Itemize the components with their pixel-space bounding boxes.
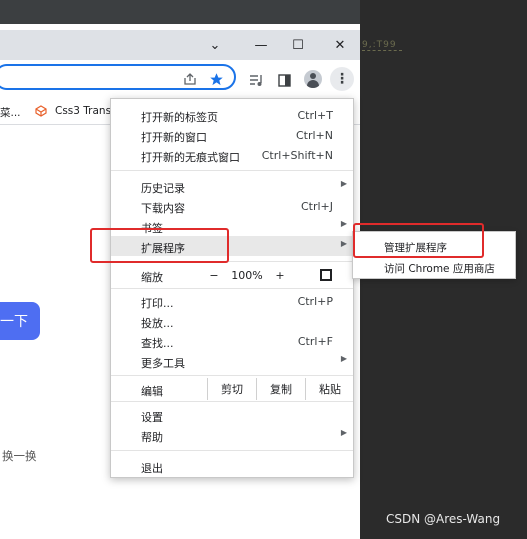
- menu-item-new-window[interactable]: 打开新的窗口 Ctrl+N: [111, 125, 353, 145]
- menu-item-shortcut: Ctrl+N: [295, 129, 333, 142]
- fullscreen-icon[interactable]: [315, 264, 337, 286]
- zoom-in-button[interactable]: +: [271, 264, 289, 286]
- menu-item-label: 历史记录: [141, 182, 185, 195]
- chrome-menu-kebab-icon[interactable]: ⋮: [330, 67, 354, 91]
- menu-divider: [111, 170, 353, 171]
- profile-avatar-icon[interactable]: [304, 70, 322, 88]
- editor-text-fragment: 9,:T99: [362, 40, 402, 51]
- annotation-box-extensions: [90, 228, 229, 263]
- menu-item-help[interactable]: 帮助 ▶: [111, 425, 353, 445]
- chrome-main-menu: 打开新的标签页 Ctrl+T 打开新的窗口 Ctrl+N 打开新的无痕式窗口 C…: [110, 98, 354, 478]
- menu-item-exit[interactable]: 退出: [111, 456, 353, 476]
- menu-item-label: 查找...: [141, 337, 174, 350]
- search-button[interactable]: 一下: [0, 302, 40, 340]
- menu-item-label: 设置: [141, 411, 163, 424]
- zoom-label: 缩放: [141, 271, 163, 284]
- menu-item-label: 更多工具: [141, 357, 185, 370]
- menu-item-label: 退出: [141, 462, 163, 475]
- refresh-link[interactable]: 换一换: [2, 448, 37, 464]
- menu-item-shortcut: Ctrl+Shift+N: [261, 149, 333, 162]
- csdn-watermark: CSDN @Ares-Wang: [386, 512, 501, 526]
- menu-item-label: 帮助: [141, 431, 163, 444]
- menu-row-zoom: 缩放 − 100% +: [111, 264, 353, 286]
- menu-divider: [111, 288, 353, 289]
- menu-divider: [111, 375, 353, 376]
- css3-bookmark-icon: [34, 104, 47, 117]
- maximize-button[interactable]: ☐: [287, 35, 309, 55]
- paste-button[interactable]: 粘贴: [305, 378, 354, 400]
- copy-button[interactable]: 复制: [256, 378, 305, 400]
- menu-item-more-tools[interactable]: 更多工具 ▶: [111, 351, 353, 371]
- menu-item-label: 投放...: [141, 317, 174, 330]
- bookmark-item-css3[interactable]: Css3 Trans: [55, 105, 111, 117]
- submenu-item-chrome-web-store[interactable]: 访问 Chrome 应用商店: [353, 257, 515, 277]
- annotation-box-manage-extensions: [353, 223, 484, 258]
- menu-item-label: 打开新的无痕式窗口: [141, 151, 240, 164]
- menu-item-shortcut: Ctrl+J: [300, 200, 333, 213]
- tab-search-chevron-icon[interactable]: ⌄: [204, 35, 226, 55]
- menu-divider: [111, 401, 353, 402]
- submenu-item-label: 访问 Chrome 应用商店: [384, 263, 495, 275]
- menu-divider: [111, 450, 353, 451]
- menu-item-shortcut: Ctrl+F: [297, 335, 333, 348]
- submenu-arrow-icon: ▶: [340, 239, 347, 248]
- side-panel-icon[interactable]: [275, 71, 293, 89]
- menu-item-shortcut: Ctrl+P: [297, 295, 333, 308]
- bookmark-star-icon[interactable]: [208, 71, 224, 87]
- submenu-arrow-icon: ▶: [340, 354, 347, 363]
- browser-title-bar: ⌄ — ☐ ✕: [0, 30, 360, 60]
- address-bar[interactable]: [0, 64, 236, 90]
- media-control-icon[interactable]: [247, 71, 265, 89]
- menu-item-history[interactable]: 历史记录 ▶: [111, 176, 353, 196]
- menu-item-find[interactable]: 查找... Ctrl+F: [111, 331, 353, 351]
- cut-button[interactable]: 剪切: [207, 378, 256, 400]
- menu-item-label: 打开新的窗口: [141, 131, 207, 144]
- bookmark-item[interactable]: 菜...: [0, 105, 21, 120]
- menu-item-cast[interactable]: 投放...: [111, 311, 353, 331]
- edit-label: 编辑: [141, 385, 163, 398]
- menu-item-new-tab[interactable]: 打开新的标签页 Ctrl+T: [111, 105, 353, 125]
- menu-item-label: 打印...: [141, 297, 174, 310]
- menu-item-downloads[interactable]: 下载内容 Ctrl+J: [111, 196, 353, 216]
- submenu-arrow-icon: ▶: [340, 219, 347, 228]
- menu-item-settings[interactable]: 设置: [111, 405, 353, 425]
- zoom-level-value: 100%: [231, 268, 263, 282]
- menu-item-label: 下载内容: [141, 202, 185, 215]
- browser-toolbar: ⋮: [0, 60, 360, 98]
- submenu-arrow-icon: ▶: [340, 179, 347, 188]
- menu-item-print[interactable]: 打印... Ctrl+P: [111, 291, 353, 311]
- menu-item-shortcut: Ctrl+T: [297, 109, 333, 122]
- menu-item-new-incognito-window[interactable]: 打开新的无痕式窗口 Ctrl+Shift+N: [111, 145, 353, 165]
- submenu-arrow-icon: ▶: [340, 428, 347, 437]
- minimize-button[interactable]: —: [250, 35, 272, 55]
- zoom-out-button[interactable]: −: [205, 264, 223, 286]
- share-icon[interactable]: [182, 71, 198, 87]
- menu-row-edit: 编辑 剪切 复制 粘贴: [111, 378, 353, 400]
- close-button[interactable]: ✕: [329, 35, 351, 55]
- menu-item-label: 打开新的标签页: [141, 111, 218, 124]
